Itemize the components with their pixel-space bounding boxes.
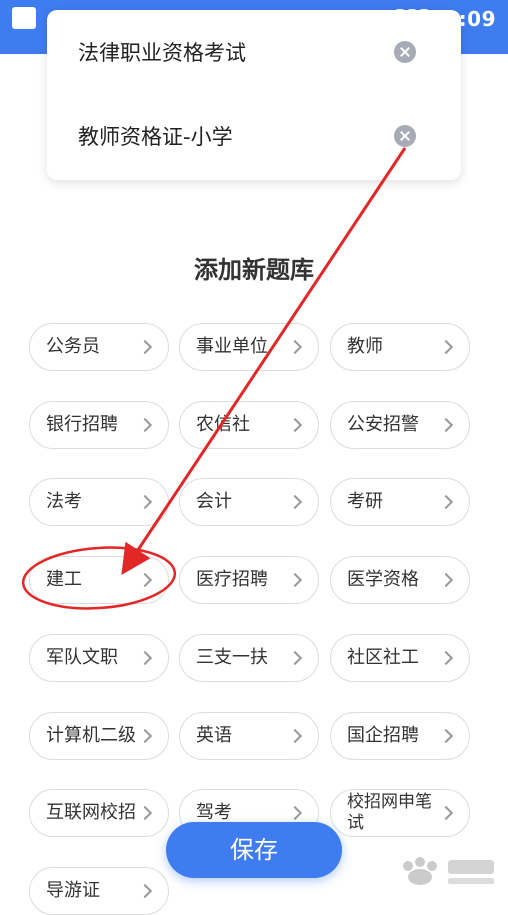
chevron-right-icon bbox=[438, 650, 454, 666]
category-label: 公务员 bbox=[46, 336, 100, 357]
category-label: 三支一扶 bbox=[196, 647, 268, 668]
category-label: 教师 bbox=[347, 336, 383, 357]
category-chip[interactable]: 校招网申笔试 bbox=[330, 789, 470, 837]
chevron-right-icon bbox=[438, 728, 454, 744]
category-chip[interactable]: 导游证 bbox=[29, 867, 169, 915]
category-label: 医学资格 bbox=[347, 569, 419, 590]
category-label: 军队文职 bbox=[46, 647, 118, 668]
chevron-right-icon bbox=[438, 572, 454, 588]
chevron-right-icon bbox=[438, 494, 454, 510]
selected-bank-label: 法律职业资格考试 bbox=[78, 41, 246, 65]
chevron-right-icon bbox=[438, 417, 454, 433]
category-label: 法考 bbox=[46, 491, 82, 512]
watermark-logo bbox=[403, 857, 494, 885]
category-label: 校招网申笔试 bbox=[347, 792, 432, 833]
category-chip[interactable]: 计算机二级 bbox=[29, 712, 169, 760]
category-chip[interactable]: 银行招聘 bbox=[29, 401, 169, 449]
chevron-right-icon bbox=[287, 805, 303, 821]
selected-bank-label: 教师资格证-小学 bbox=[78, 125, 233, 149]
selected-banks-popup: 法律职业资格考试 教师资格证-小学 bbox=[47, 10, 461, 180]
selected-bank-item: 教师资格证-小学 bbox=[47, 106, 461, 166]
chevron-right-icon bbox=[438, 339, 454, 355]
remove-icon[interactable] bbox=[394, 125, 416, 147]
selected-bank-item: 法律职业资格考试 bbox=[47, 22, 461, 82]
category-label: 建工 bbox=[46, 569, 82, 590]
category-label: 农信社 bbox=[196, 414, 250, 435]
category-label: 公安招警 bbox=[347, 414, 419, 435]
chevron-right-icon bbox=[137, 883, 153, 899]
category-label: 国企招聘 bbox=[347, 725, 419, 746]
category-label: 社区社工 bbox=[347, 647, 419, 668]
category-chip[interactable]: 事业单位 bbox=[179, 323, 319, 371]
category-chip[interactable]: 医学资格 bbox=[330, 556, 470, 604]
category-chip[interactable]: 考研 bbox=[330, 478, 470, 526]
category-chip[interactable]: 会计 bbox=[179, 478, 319, 526]
chevron-right-icon bbox=[137, 417, 153, 433]
category-label: 事业单位 bbox=[196, 336, 268, 357]
chevron-right-icon bbox=[137, 494, 153, 510]
category-chip[interactable]: 农信社 bbox=[179, 401, 319, 449]
chevron-right-icon bbox=[287, 728, 303, 744]
save-button[interactable]: 保存 bbox=[166, 822, 342, 878]
category-chip[interactable]: 国企招聘 bbox=[330, 712, 470, 760]
chevron-right-icon bbox=[287, 417, 303, 433]
category-chip[interactable]: 英语 bbox=[179, 712, 319, 760]
category-label: 医疗招聘 bbox=[196, 569, 268, 590]
category-label: 考研 bbox=[347, 491, 383, 512]
category-chip[interactable]: 建工 bbox=[29, 556, 169, 604]
category-chip[interactable]: 军队文职 bbox=[29, 634, 169, 682]
category-chip[interactable]: 法考 bbox=[29, 478, 169, 526]
category-label: 计算机二级 bbox=[46, 725, 136, 746]
category-chip[interactable]: 公务员 bbox=[29, 323, 169, 371]
chevron-right-icon bbox=[287, 339, 303, 355]
chevron-right-icon bbox=[287, 650, 303, 666]
category-chip[interactable]: 医疗招聘 bbox=[179, 556, 319, 604]
category-label: 导游证 bbox=[46, 880, 100, 901]
notification-icon bbox=[12, 7, 36, 29]
chevron-right-icon bbox=[137, 805, 153, 821]
section-title: 添加新题库 bbox=[194, 256, 314, 284]
chevron-right-icon bbox=[137, 650, 153, 666]
remove-icon[interactable] bbox=[394, 41, 416, 63]
category-label: 会计 bbox=[196, 491, 232, 512]
category-chip[interactable]: 互联网校招 bbox=[29, 789, 169, 837]
category-chip[interactable]: 三支一扶 bbox=[179, 634, 319, 682]
chevron-right-icon bbox=[137, 339, 153, 355]
category-chip[interactable]: 社区社工 bbox=[330, 634, 470, 682]
category-label: 驾考 bbox=[196, 802, 232, 823]
category-label: 互联网校招 bbox=[46, 802, 136, 823]
chevron-right-icon bbox=[137, 728, 153, 744]
category-chip[interactable]: 公安招警 bbox=[330, 401, 470, 449]
chevron-right-icon bbox=[287, 494, 303, 510]
chevron-right-icon bbox=[287, 572, 303, 588]
category-label: 英语 bbox=[196, 725, 232, 746]
chevron-right-icon bbox=[137, 572, 153, 588]
category-label: 银行招聘 bbox=[46, 414, 118, 435]
category-chip[interactable]: 教师 bbox=[330, 323, 470, 371]
